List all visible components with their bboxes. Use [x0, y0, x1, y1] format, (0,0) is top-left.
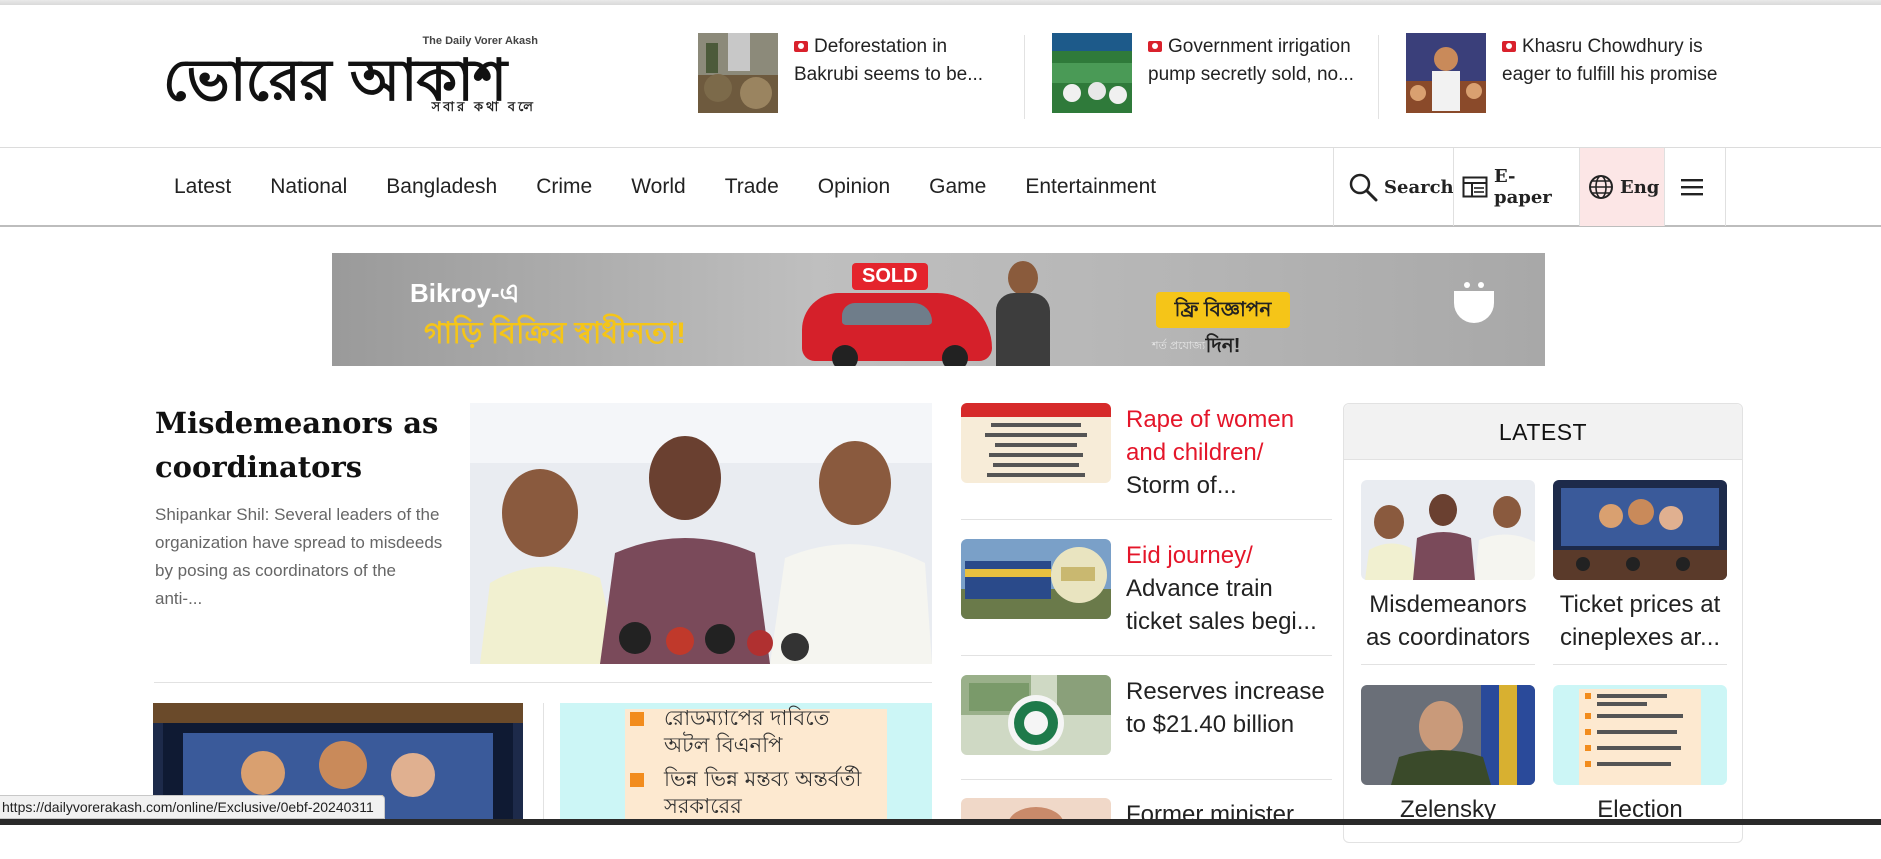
- story-divider: [961, 519, 1332, 520]
- search-icon: [1349, 173, 1378, 202]
- story-thumbnail[interactable]: [961, 539, 1111, 619]
- bullet-icon: [630, 773, 644, 787]
- nav-item-crime[interactable]: Crime: [536, 175, 592, 199]
- ad-person-graphic: [992, 261, 1054, 366]
- clip-line-1: রোডম্যাপের দাবিতে: [664, 706, 830, 730]
- top-headline-2[interactable]: Government irrigation pump secretly sold…: [1052, 33, 1368, 115]
- latest-item-2[interactable]: Ticket prices at cineplexes ar...: [1553, 480, 1727, 654]
- latest-headline[interactable]: Misdemeanors as coordinators: [1361, 588, 1535, 654]
- lead-story-title[interactable]: Misdemeanors as coordinators: [155, 401, 445, 489]
- epaper-label: E-paper: [1494, 166, 1552, 208]
- logo-tagline-bottom: সবার কথা বলে: [431, 99, 536, 114]
- search-button[interactable]: Search: [1333, 148, 1454, 226]
- lead-story-image[interactable]: [470, 403, 932, 664]
- story-headline[interactable]: Eid journey/ Advance train ticket sales …: [1126, 539, 1332, 638]
- story-thumbnail[interactable]: [961, 403, 1111, 483]
- nav-item-latest[interactable]: Latest: [174, 175, 231, 199]
- headline-divider: [1024, 35, 1025, 119]
- latest-item-3[interactable]: Zelensky: [1361, 685, 1535, 859]
- story-divider: [961, 779, 1332, 780]
- link-preview-status: https://dailyvorerakash.com/online/Exclu…: [0, 795, 385, 819]
- latest-divider: [1361, 664, 1535, 665]
- nav-tools: Search E-paper Eng: [1333, 148, 1726, 226]
- advertisement-banner[interactable]: Bikroy-এ গাড়ি বিক্রির স্বাধীনতা! SOLD ফ…: [332, 253, 1545, 366]
- latest-thumbnail[interactable]: [1553, 480, 1727, 580]
- ad-slogan: গাড়ি বিক্রির স্বাধীনতা!: [424, 317, 686, 350]
- ad-cta-button[interactable]: ফ্রি বিজ্ঞাপন দিন!: [1156, 292, 1290, 357]
- latest-heading: LATEST: [1344, 404, 1742, 460]
- story-card-election[interactable]: রোডম্যাপের দাবিতে অটল বিএনপি ভিন্ন ভিন্ন…: [560, 703, 932, 825]
- headline-thumbnail[interactable]: [698, 33, 778, 113]
- top-headline-3[interactable]: Khasru Chowdhury is eager to fulfill his…: [1406, 33, 1722, 115]
- ad-terms: শর্ত প্রযোজ্য: [1152, 340, 1206, 352]
- epaper-button[interactable]: E-paper: [1453, 148, 1579, 226]
- story-headline[interactable]: Rape of women and children/ Storm of...: [1126, 403, 1332, 502]
- latest-headline[interactable]: Zelensky: [1361, 793, 1535, 859]
- bullet-icon: [630, 712, 644, 726]
- clip-line-3: ভিন্ন ভিন্ন মন্তব্য অন্তর্বর্তী: [664, 767, 862, 791]
- latest-thumbnail[interactable]: [1361, 480, 1535, 580]
- story-divider: [961, 655, 1332, 656]
- headline-text[interactable]: Government irrigation pump secretly sold…: [1148, 33, 1368, 93]
- nav-item-game[interactable]: Game: [929, 175, 986, 199]
- latest-item-1[interactable]: Misdemeanors as coordinators: [1361, 480, 1535, 654]
- story-thumbnail[interactable]: [961, 675, 1111, 755]
- nav-item-trade[interactable]: Trade: [725, 175, 779, 199]
- search-label: Search: [1384, 176, 1454, 198]
- site-logo[interactable]: The Daily Vorer Akash ভোরের আকাশ সবার কথ…: [163, 35, 538, 121]
- latest-headline[interactable]: Ticket prices at cineplexes ar...: [1553, 588, 1727, 654]
- window-bottom-edge: [0, 819, 1881, 825]
- section-divider: [154, 682, 932, 683]
- site-header: The Daily Vorer Akash ভোরের আকাশ সবার কথ…: [0, 5, 1881, 147]
- main-navigation: Latest National Bangladesh Crime World T…: [0, 147, 1881, 227]
- story-headline[interactable]: Former minister: [1126, 798, 1332, 831]
- latest-thumbnail[interactable]: [1361, 685, 1535, 785]
- globe-icon: [1589, 175, 1613, 199]
- ad-smiley-icon: [1454, 282, 1494, 323]
- language-button[interactable]: Eng: [1579, 148, 1664, 226]
- card-divider: [543, 703, 544, 825]
- ad-car-wheel: [832, 345, 858, 366]
- camera-icon: [1148, 41, 1162, 52]
- nav-item-entertainment[interactable]: Entertainment: [1025, 175, 1156, 199]
- latest-item-4[interactable]: Election: [1553, 685, 1727, 859]
- headline-text[interactable]: Deforestation in Bakrubi seems to be...: [794, 33, 1014, 93]
- nav-item-opinion[interactable]: Opinion: [818, 175, 890, 199]
- latest-divider: [1553, 664, 1727, 665]
- nav-links: Latest National Bangladesh Crime World T…: [174, 148, 1195, 226]
- newspaper-icon: [1462, 176, 1488, 198]
- latest-thumbnail[interactable]: [1553, 685, 1727, 785]
- nav-item-national[interactable]: National: [270, 175, 347, 199]
- camera-icon: [794, 41, 808, 52]
- hamburger-menu-icon: [1681, 179, 1703, 196]
- nav-item-world[interactable]: World: [631, 175, 685, 199]
- lead-story-summary: Shipankar Shil: Several leaders of the o…: [155, 505, 443, 608]
- latest-headline[interactable]: Election: [1553, 793, 1727, 859]
- headline-text[interactable]: Khasru Chowdhury is eager to fulfill his…: [1502, 33, 1722, 93]
- headline-thumbnail[interactable]: [1406, 33, 1486, 113]
- headline-divider: [1378, 35, 1379, 119]
- clip-line-4: সরকারের: [664, 794, 742, 818]
- ad-sold-badge: SOLD: [852, 263, 928, 290]
- language-label: Eng: [1620, 176, 1660, 198]
- camera-icon: [1502, 41, 1516, 52]
- menu-button[interactable]: [1664, 148, 1726, 226]
- story-headline[interactable]: Reserves increase to $21.40 billion: [1126, 675, 1332, 741]
- top-headline-1[interactable]: Deforestation in Bakrubi seems to be...: [698, 33, 1014, 115]
- nav-item-bangladesh[interactable]: Bangladesh: [386, 175, 497, 199]
- headline-thumbnail[interactable]: [1052, 33, 1132, 113]
- clip-line-2: অটল বিএনপি: [664, 733, 783, 757]
- ad-car-wheel: [942, 345, 968, 366]
